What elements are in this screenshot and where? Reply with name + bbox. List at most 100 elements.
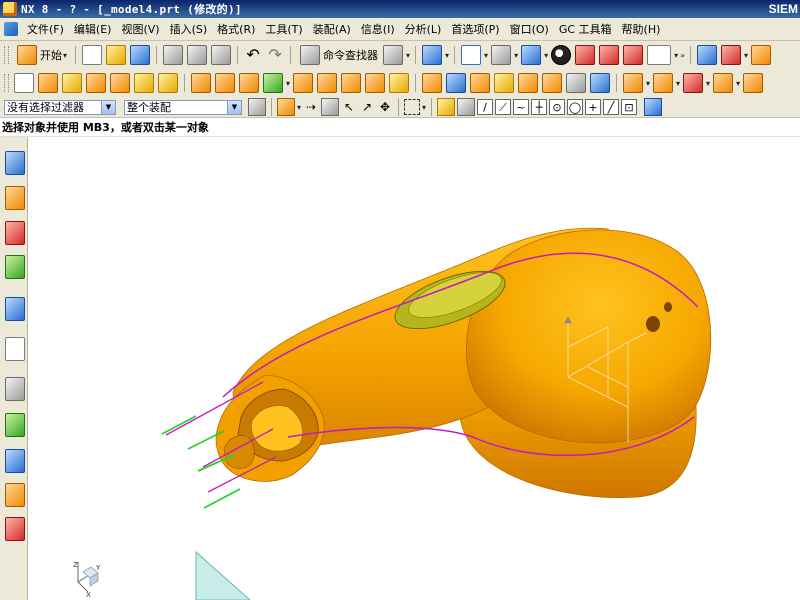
sketch-icon[interactable]: [751, 45, 772, 65]
menu-preferences[interactable]: 首选项(P): [446, 21, 504, 37]
system-scene-icon[interactable]: [5, 483, 25, 507]
chevron-down-icon[interactable]: ▾: [406, 51, 410, 60]
internet-explorer-icon[interactable]: [5, 297, 25, 321]
boolean-unite-icon[interactable]: [191, 73, 211, 93]
toolbar-overflow-icon[interactable]: »: [680, 51, 685, 60]
roles-icon[interactable]: [5, 449, 25, 473]
command-finder-button[interactable]: 命令查找器: [295, 45, 381, 65]
chevron-down-icon[interactable]: ▾: [514, 51, 518, 60]
chevron-down-icon[interactable]: ▾: [484, 51, 488, 60]
mirror-body-icon[interactable]: [446, 73, 467, 93]
point-on-curve-icon[interactable]: ╱: [603, 99, 620, 115]
wcs-icon[interactable]: [721, 45, 742, 65]
curve-rule-icon[interactable]: [321, 98, 340, 116]
replace-face-icon[interactable]: [713, 73, 734, 93]
render-style-icon[interactable]: [383, 45, 404, 65]
menu-analysis[interactable]: 分析(L): [400, 21, 447, 37]
delete-face-icon[interactable]: [683, 73, 704, 93]
menu-gc-toolkits[interactable]: GC 工具箱: [554, 21, 617, 37]
save-icon[interactable]: [130, 45, 151, 65]
intersection-point-icon[interactable]: ┼: [531, 99, 548, 115]
start-button[interactable]: 开始 ▾: [12, 45, 71, 65]
menu-edit[interactable]: 编辑(E): [69, 21, 117, 37]
swept-icon[interactable]: [518, 73, 539, 93]
chevron-down-icon[interactable]: ▾: [744, 51, 748, 60]
drafting-icon[interactable]: [5, 517, 25, 541]
chevron-down-icon[interactable]: ▾: [297, 103, 301, 112]
snap-view-icon[interactable]: [422, 45, 443, 65]
synchronous-move-icon[interactable]: [623, 73, 644, 93]
point-on-face-icon[interactable]: ⊡: [621, 99, 638, 115]
chevron-down-icon[interactable]: ▾: [736, 79, 740, 88]
model-view[interactable]: Z Y X: [28, 137, 800, 600]
block-icon[interactable]: [110, 73, 130, 93]
cursor-arrow-icon[interactable]: ↖: [341, 99, 357, 115]
background-color-icon[interactable]: [647, 45, 672, 65]
menu-assemblies[interactable]: 装配(A): [308, 21, 356, 37]
chevron-down-icon[interactable]: ▾: [445, 51, 449, 60]
chevron-down-icon[interactable]: ▾: [646, 79, 650, 88]
part-navigator-icon[interactable]: [5, 221, 25, 245]
red-cube-icon[interactable]: [575, 45, 596, 65]
arrow-icon[interactable]: ⇢: [303, 99, 319, 115]
pattern-icon[interactable]: [470, 73, 491, 93]
chevron-down-icon[interactable]: ▾: [286, 79, 290, 88]
extract-geometry-icon[interactable]: [590, 73, 611, 93]
existing-point-icon[interactable]: +: [585, 99, 602, 115]
hourglass-icon[interactable]: [422, 73, 443, 93]
rotate-view-icon[interactable]: [491, 45, 512, 65]
chevron-down-icon[interactable]: ▾: [544, 51, 548, 60]
shell-icon[interactable]: [341, 73, 362, 93]
toolbar-grip[interactable]: [4, 46, 9, 64]
sketch-plane-icon[interactable]: [14, 73, 34, 93]
assembly-navigator-icon[interactable]: [5, 151, 25, 175]
select-all-icon[interactable]: ↗: [359, 99, 375, 115]
through-curves-icon[interactable]: [494, 73, 515, 93]
graphics-window[interactable]: Z Y X: [28, 137, 800, 600]
type-filter-select[interactable]: 没有选择过滤器 ▼: [4, 99, 116, 115]
menu-format[interactable]: 格式(R): [212, 21, 260, 37]
snap-point-icon[interactable]: [437, 98, 456, 116]
undo-icon[interactable]: ↶: [244, 46, 262, 64]
chevron-down-icon[interactable]: ▼: [101, 100, 115, 114]
chamfer-icon[interactable]: [317, 73, 338, 93]
chevron-down-icon[interactable]: ▾: [676, 79, 680, 88]
selection-scope-select[interactable]: 整个装配 ▼: [124, 99, 242, 115]
shaded-cube-icon[interactable]: [521, 45, 542, 65]
chevron-down-icon[interactable]: ▼: [227, 100, 241, 114]
assembly-filter-icon[interactable]: [248, 98, 266, 116]
quadrant-point-icon[interactable]: ◯: [567, 99, 584, 115]
new-file-icon[interactable]: [82, 45, 103, 65]
hole-icon[interactable]: [158, 73, 178, 93]
menu-information[interactable]: 信息(I): [356, 21, 400, 37]
offset-face-icon[interactable]: [389, 73, 410, 93]
menu-insert[interactable]: 插入(S): [165, 21, 213, 37]
thicken-icon[interactable]: [566, 73, 587, 93]
sew-icon[interactable]: [542, 73, 563, 93]
draft-icon[interactable]: [365, 73, 386, 93]
menu-tools[interactable]: 工具(T): [260, 21, 307, 37]
reuse-library-icon[interactable]: [5, 255, 25, 279]
mid-point-icon[interactable]: ⟋: [495, 99, 512, 115]
datum-icon[interactable]: [38, 73, 58, 93]
pan-icon[interactable]: ✥: [377, 99, 393, 115]
chevron-down-icon[interactable]: ▾: [674, 51, 678, 60]
trim-body-icon[interactable]: [239, 73, 259, 93]
general-selection-icon[interactable]: [277, 98, 295, 116]
menu-file[interactable]: 文件(F): [22, 21, 69, 37]
pull-face-icon[interactable]: [653, 73, 674, 93]
section-cube-icon[interactable]: [599, 45, 620, 65]
point-icon[interactable]: [263, 73, 283, 93]
menu-window[interactable]: 窗口(O): [505, 21, 554, 37]
bounded-grid-icon[interactable]: [644, 98, 663, 116]
studio-sphere-icon[interactable]: [551, 45, 572, 65]
process-studio-icon[interactable]: [5, 413, 25, 437]
menu-view[interactable]: 视图(V): [116, 21, 164, 37]
system-materials-icon[interactable]: [5, 377, 25, 401]
cut-icon[interactable]: [163, 45, 184, 65]
nx-menu-icon[interactable]: [4, 22, 18, 36]
constraint-navigator-icon[interactable]: [5, 186, 25, 210]
fit-view-icon[interactable]: [461, 45, 482, 65]
clip-cube-icon[interactable]: [623, 45, 644, 65]
control-point-icon[interactable]: ~: [513, 99, 530, 115]
